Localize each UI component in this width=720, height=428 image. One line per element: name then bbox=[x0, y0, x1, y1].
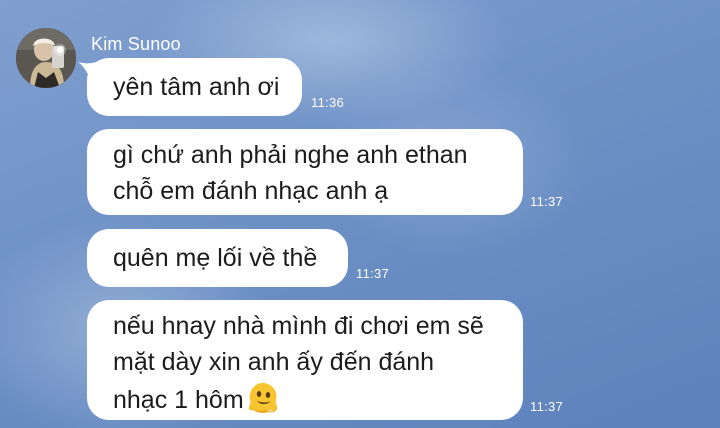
message-text: nhạc 1 hôm bbox=[113, 386, 244, 414]
chat-view: Kim Sunoo yên tâm anh ơi 11:36 gì chứ an… bbox=[0, 0, 720, 428]
message-bubble[interactable]: yên tâm anh ơi bbox=[87, 58, 302, 116]
message-text: quên mẹ lối về thề bbox=[113, 244, 318, 272]
message-timestamp: 11:37 bbox=[356, 266, 390, 281]
sender-name: Kim Sunoo bbox=[91, 34, 181, 54]
message-bubble[interactable]: gì chứ anh phải nghe anh ethan chỗ em đá… bbox=[87, 129, 523, 215]
message-timestamp: 11:37 bbox=[530, 399, 564, 414]
message-text: gì chứ anh phải nghe anh ethan bbox=[113, 141, 468, 169]
avatar-photo bbox=[16, 28, 76, 88]
message-text: mặt dày xin anh ấy đến đánh bbox=[113, 348, 435, 376]
message-text: nếu hnay nhà mình đi chơi em sẽ bbox=[113, 312, 484, 340]
avatar[interactable] bbox=[16, 28, 76, 88]
message-bubble[interactable]: nếu hnay nhà mình đi chơi em sẽ mặt dày … bbox=[87, 300, 523, 420]
message-timestamp: 11:36 bbox=[311, 95, 345, 110]
message-bubble[interactable]: quên mẹ lối về thề bbox=[87, 229, 348, 287]
message-text: chỗ em đánh nhạc anh ạ bbox=[113, 177, 389, 205]
melting-face-emoji bbox=[248, 382, 277, 413]
message-text: yên tâm anh ơi bbox=[113, 73, 280, 101]
message-timestamp: 11:37 bbox=[530, 194, 564, 209]
